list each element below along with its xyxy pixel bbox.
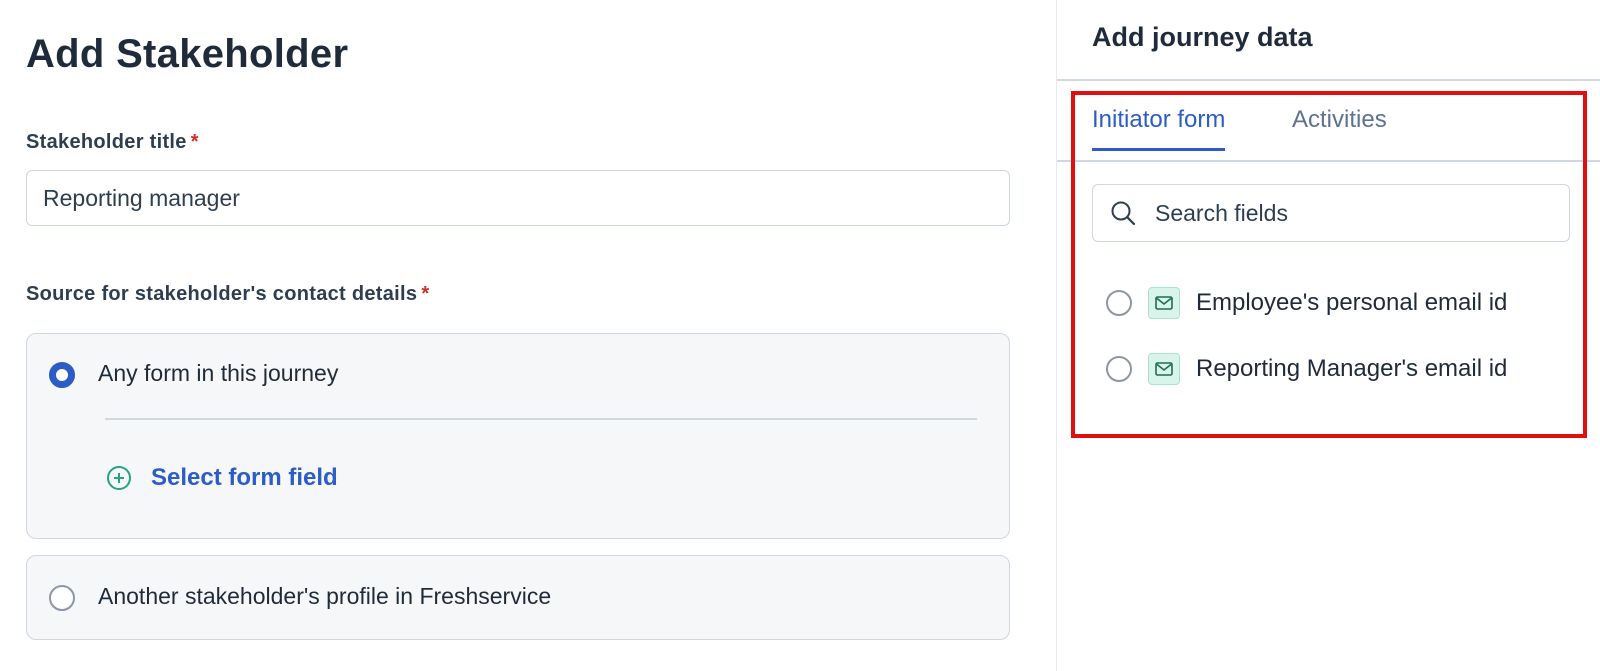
email-icon	[1148, 353, 1180, 385]
radio-another-stakeholder[interactable]	[49, 585, 75, 611]
page-title: Add Stakeholder	[26, 32, 349, 76]
radio-any-form[interactable]	[49, 362, 75, 388]
email-icon	[1148, 287, 1180, 319]
field-radio[interactable]	[1106, 356, 1132, 382]
required-mark: *	[190, 131, 199, 153]
stakeholder-title-label: Stakeholder title *	[26, 131, 199, 154]
panel-divider	[1057, 79, 1600, 81]
search-icon	[1111, 201, 1136, 226]
select-form-field-button[interactable]: Select form field	[107, 464, 338, 492]
option-any-form[interactable]: Any form in this journey Select form fie…	[26, 333, 1010, 539]
field-item-manager-email[interactable]: Reporting Manager's email id	[1106, 353, 1507, 385]
add-stakeholder-form: Add Stakeholder Stakeholder title* Sourc…	[0, 0, 1040, 671]
source-label: Source for stakeholder's contact details…	[26, 283, 429, 306]
tab-initiator-form[interactable]: Initiator form	[1092, 106, 1226, 151]
field-item-label: Employee's personal email id	[1196, 289, 1508, 316]
stakeholder-title-input[interactable]	[26, 170, 1010, 226]
source-label-text: Source for stakeholder's contact details	[26, 283, 418, 305]
add-circle-icon	[107, 466, 131, 490]
divider	[105, 418, 977, 420]
field-radio[interactable]	[1106, 290, 1132, 316]
required-mark: *	[421, 283, 430, 305]
field-item-label: Reporting Manager's email id	[1196, 355, 1508, 382]
tab-activities[interactable]: Activities	[1292, 106, 1387, 148]
field-item-employee-email[interactable]: Employee's personal email id	[1106, 287, 1507, 319]
tabs-divider	[1057, 160, 1600, 162]
journey-data-panel: Add journey data Initiator form Activiti…	[1056, 0, 1600, 671]
option-any-form-label: Any form in this journey	[98, 360, 339, 386]
option-another-stakeholder[interactable]: Another stakeholder's profile in Freshse…	[26, 555, 1010, 640]
search-input[interactable]	[1153, 198, 1557, 228]
stakeholder-title-label-text: Stakeholder title	[26, 131, 187, 153]
panel-title: Add journey data	[1092, 22, 1313, 52]
search-box[interactable]	[1092, 184, 1570, 242]
option-another-stakeholder-label: Another stakeholder's profile in Freshse…	[98, 583, 552, 609]
select-form-field-label: Select form field	[151, 464, 338, 491]
